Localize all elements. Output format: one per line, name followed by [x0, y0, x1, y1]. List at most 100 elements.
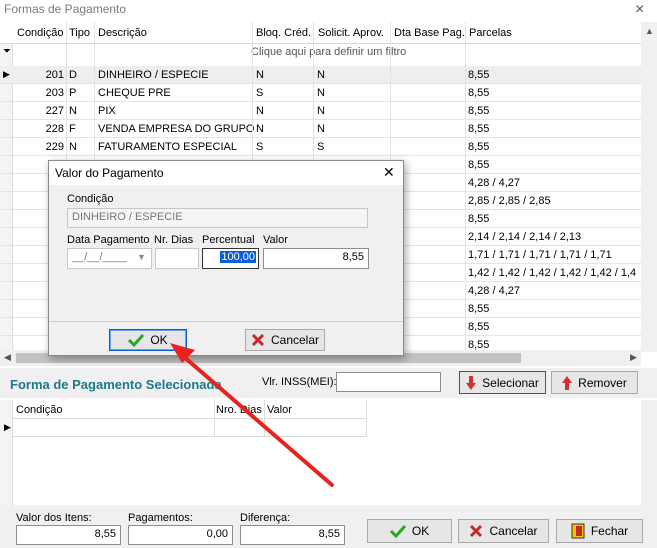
dialog-condition-field: DINHEIRO / ESPECIE: [67, 208, 368, 228]
footer-cancel-label: Cancelar: [489, 524, 538, 538]
dialog-value-label: Valor: [263, 234, 288, 246]
cell-condicao: 201: [45, 69, 64, 81]
row-indicator-column: [0, 400, 13, 505]
cell-descricao: VENDA EMPRESA DO GRUPO: [98, 123, 255, 135]
column-divider: [214, 400, 215, 437]
scroll-right-icon[interactable]: ▶: [630, 352, 637, 363]
close-window-button[interactable]: Fechar: [556, 519, 643, 543]
grid2-header-valor[interactable]: Valor: [267, 404, 292, 416]
dialog-titlebar: Valor do Pagamento ✕: [49, 161, 403, 185]
dialog-title: Valor do Pagamento: [55, 166, 164, 180]
cell-parcelas: 8,55: [468, 69, 490, 81]
select-button[interactable]: Selecionar: [459, 371, 546, 394]
payments-label: Pagamentos:: [128, 512, 193, 524]
footer-ok-button[interactable]: OK: [367, 519, 452, 543]
dialog-cancel-label: Cancelar: [270, 333, 320, 347]
filter-row[interactable]: ⏷ Clique aqui para definir um filtro: [0, 44, 641, 62]
scroll-up-icon[interactable]: ▲: [645, 26, 654, 36]
cell-descricao: PIX: [98, 105, 116, 117]
cell-bloq-cred: N: [256, 105, 264, 117]
dialog-percent-text: 100,00: [220, 251, 256, 263]
dialog-days-field[interactable]: [155, 248, 199, 269]
items-total-field[interactable]: 8,55: [16, 525, 121, 545]
cell-bloq-cred: N: [256, 69, 264, 81]
header-descricao[interactable]: Descrição: [98, 27, 147, 39]
dialog-close-icon[interactable]: ✕: [383, 164, 395, 181]
cell-tipo: P: [69, 87, 77, 99]
table-row[interactable]: ▶ 201 D DINHEIRO / ESPECIE N N 8,55: [0, 66, 641, 84]
close-icon[interactable]: ×: [635, 1, 644, 19]
grid2-header-nro-dias[interactable]: Nro. Dias: [216, 404, 262, 416]
cell-descricao: FATURAMENTO ESPECIAL: [98, 141, 237, 153]
cell-bloq-cred: S: [256, 87, 264, 99]
column-divider: [465, 22, 466, 351]
dialog-cancel-button[interactable]: Cancelar: [245, 329, 325, 351]
dialog-divider: [49, 321, 403, 322]
remove-button-label: Remover: [578, 375, 627, 390]
cell-parcelas: 8,55: [468, 159, 490, 171]
cell-solicit-aprov: S: [317, 141, 325, 153]
inss-input[interactable]: [336, 372, 441, 392]
payments-field[interactable]: 0,00: [128, 525, 233, 545]
cell-parcelas: 8,55: [468, 123, 490, 135]
cell-parcelas: 2,14 / 2,14 / 2,14 / 2,13: [468, 231, 582, 243]
cell-parcelas: 4,28 / 4,27: [468, 177, 520, 189]
grid2-scrollbar[interactable]: [641, 400, 657, 505]
remove-button[interactable]: Remover: [551, 371, 638, 394]
table-row[interactable]: 203 P CHEQUE PRE S N 8,55: [0, 84, 641, 102]
vertical-scrollbar[interactable]: ▲: [641, 22, 657, 352]
cell-condicao: 203: [45, 87, 64, 99]
footer-cancel-button[interactable]: Cancelar: [458, 519, 549, 543]
header-condicao[interactable]: Condição: [17, 27, 63, 39]
difference-label: Diferença:: [240, 512, 291, 524]
footer-ok-label: OK: [411, 524, 430, 538]
check-icon: [389, 524, 406, 538]
dialog-percent-field[interactable]: 100,00: [202, 248, 259, 269]
column-divider: [366, 400, 367, 437]
arrow-down-icon: [466, 375, 477, 390]
close-window-label: Fechar: [590, 524, 629, 538]
filter-icon[interactable]: ⏷: [3, 46, 11, 57]
current-row-icon: ▶: [3, 69, 10, 79]
cell-descricao: DINHEIRO / ESPECIE: [98, 69, 209, 81]
payment-value-dialog: Valor do Pagamento ✕ Condição DINHEIRO /…: [48, 160, 404, 356]
cell-condicao: 228: [45, 123, 64, 135]
exit-door-icon: [571, 523, 585, 539]
cell-parcelas: 8,55: [468, 141, 490, 153]
cell-parcelas: 8,55: [468, 213, 490, 225]
cancel-x-icon: [251, 333, 265, 347]
cell-tipo: F: [69, 123, 76, 135]
header-tipo[interactable]: Tipo: [69, 27, 90, 39]
header-bloq-cred[interactable]: Bloq. Créd.: [256, 27, 311, 39]
table-row[interactable]: 228 F VENDA EMPRESA DO GRUPO N N 8,55: [0, 120, 641, 138]
header-parcelas[interactable]: Parcelas: [469, 27, 512, 39]
filter-hint[interactable]: Clique aqui para definir um filtro: [251, 46, 406, 58]
cell-condicao: 227: [45, 105, 64, 117]
grid2-header-condicao[interactable]: Condição: [16, 404, 62, 416]
date-dropdown-icon[interactable]: ▼: [137, 252, 146, 262]
grid2-header: Condição Nro. Dias Valor: [13, 400, 367, 419]
dialog-ok-label: OK: [150, 333, 168, 347]
cell-parcelas: 8,55: [468, 105, 490, 117]
selected-payments-grid[interactable]: Condição Nro. Dias Valor ▶: [0, 400, 641, 505]
arrow-up-icon: [562, 375, 573, 390]
cancel-x-icon: [470, 524, 483, 538]
cell-bloq-cred: S: [256, 141, 264, 153]
selected-section-title: Forma de Pagamento Selecionada: [10, 377, 222, 392]
dialog-date-text: __/__/____: [72, 251, 128, 263]
dialog-condition-label: Condição: [67, 193, 114, 205]
inss-label: Vlr. INSS(MEI):: [262, 376, 337, 388]
header-dta-base-pag[interactable]: Dta Base Pag.: [394, 27, 465, 39]
dialog-value-field[interactable]: 8,55: [263, 248, 369, 269]
check-icon: [128, 333, 145, 347]
table-row[interactable]: 227 N PIX N N 8,55: [0, 102, 641, 120]
dialog-ok-button[interactable]: OK: [109, 329, 187, 351]
table-row[interactable]: [13, 419, 367, 437]
header-solicit-aprov[interactable]: Solicit. Aprov.: [318, 27, 384, 39]
cell-parcelas: 4,28 / 4,27: [468, 285, 520, 297]
table-row[interactable]: 229 N FATURAMENTO ESPECIAL S S 8,55: [0, 138, 641, 156]
difference-field[interactable]: 8,55: [240, 525, 345, 545]
scroll-left-icon[interactable]: ◀: [4, 352, 11, 363]
cell-parcelas: 8,55: [468, 321, 490, 333]
dialog-date-label: Data Pagamento: [67, 234, 150, 246]
